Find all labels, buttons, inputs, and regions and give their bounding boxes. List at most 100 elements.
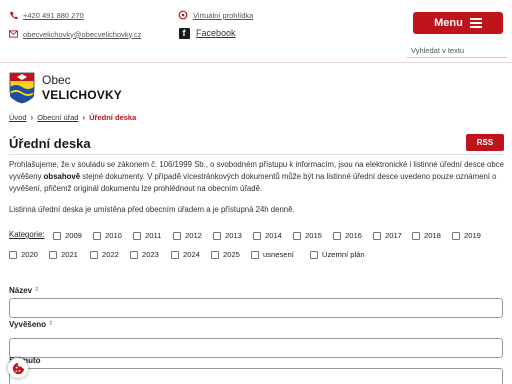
checkbox-box[interactable] xyxy=(90,250,98,259)
intro-paragraph: Prohlašujeme, že v souladu se zákonem č.… xyxy=(9,159,504,196)
hamburger-icon xyxy=(469,18,482,28)
sort-icon[interactable]: ⇕ xyxy=(48,321,53,327)
category-label: 2010 xyxy=(105,231,122,240)
breadcrumb: Úvod › Obecní úřad › Úřední deska xyxy=(9,113,136,122)
checkbox-box[interactable] xyxy=(251,250,259,259)
category-2014-checkbox[interactable]: 2014 xyxy=(253,231,282,240)
checkbox-box[interactable] xyxy=(93,231,101,240)
category-2025-checkbox[interactable]: 2025 xyxy=(211,250,240,259)
virtual-tour-icon xyxy=(178,10,188,20)
category-label: 2022 xyxy=(102,250,119,259)
category-2013-checkbox[interactable]: 2013 xyxy=(213,231,242,240)
rss-label: RSS xyxy=(476,138,494,147)
phone-text: +420 491 880 270 xyxy=(23,10,84,20)
checkbox-box[interactable] xyxy=(53,231,61,240)
breadcrumb-current: Úřední deska xyxy=(89,113,137,122)
category-2021-checkbox[interactable]: 2021 xyxy=(49,250,78,259)
intro-bold: obsahově xyxy=(43,172,81,182)
category-label: 2011 xyxy=(145,231,162,240)
phone-link[interactable]: +420 491 880 270 xyxy=(8,10,84,20)
category-2023-checkbox[interactable]: 2023 xyxy=(130,250,159,259)
category-label: usnesení xyxy=(263,250,294,259)
name-filter-input[interactable] xyxy=(9,298,503,318)
chevron-right-icon: › xyxy=(30,113,34,122)
checkbox-box[interactable] xyxy=(171,250,179,259)
category-2009-checkbox[interactable]: 2009 xyxy=(53,231,82,240)
search-box xyxy=(407,40,507,59)
category-usneseni-checkbox[interactable]: usnesení xyxy=(251,250,294,259)
coat-of-arms-icon xyxy=(9,72,35,104)
category-label: 2020 xyxy=(21,250,38,259)
breadcrumb-obecni-urad[interactable]: Obecní úřad xyxy=(37,113,78,122)
category-label: 2014 xyxy=(265,231,282,240)
category-label: 2012 xyxy=(185,231,202,240)
chevron-right-icon: › xyxy=(82,113,86,122)
category-label: 2009 xyxy=(65,231,82,240)
category-2015-checkbox[interactable]: 2015 xyxy=(293,231,322,240)
virtual-tour-text: Virtuální prohlídka xyxy=(193,10,254,20)
posted-filter-text: Vyvěšeno xyxy=(9,320,47,329)
email-link[interactable]: obecvelichovky@obecvelichovky.cz xyxy=(8,29,141,39)
name-filter-label: Název ⇕ xyxy=(9,286,39,295)
facebook-icon: f xyxy=(178,27,190,39)
category-label: 2024 xyxy=(183,250,200,259)
category-2020-checkbox[interactable]: 2020 xyxy=(9,250,38,259)
category-label: 2021 xyxy=(61,250,78,259)
breadcrumb-home[interactable]: Úvod xyxy=(9,113,27,122)
third-filter-input[interactable] xyxy=(9,368,503,384)
category-2012-checkbox[interactable]: 2012 xyxy=(173,231,202,240)
category-2016-checkbox[interactable]: 2016 xyxy=(333,231,362,240)
checkbox-box[interactable] xyxy=(310,250,318,259)
category-label: 2023 xyxy=(142,250,159,259)
category-2011-checkbox[interactable]: 2011 xyxy=(133,231,161,240)
cookie-settings-button[interactable] xyxy=(8,358,28,378)
category-label: 2013 xyxy=(225,231,242,240)
menu-button[interactable]: Menu xyxy=(413,12,503,34)
cookie-icon xyxy=(12,362,24,374)
virtual-tour-link[interactable]: Virtuální prohlídka xyxy=(178,10,253,20)
header-divider xyxy=(0,62,512,63)
category-2022-checkbox[interactable]: 2022 xyxy=(90,250,119,259)
checkbox-box[interactable] xyxy=(373,231,381,240)
checkbox-box[interactable] xyxy=(173,231,181,240)
top-bar: +420 491 880 270 obecvelichovky@obecveli… xyxy=(0,0,512,62)
category-2024-checkbox[interactable]: 2024 xyxy=(171,250,200,259)
intro-note: Listinná úřední deska je umístěna před o… xyxy=(9,205,295,214)
posted-filter-label: Vyvěšeno ⇕ xyxy=(9,320,53,329)
checkbox-box[interactable] xyxy=(49,250,57,259)
checkbox-box[interactable] xyxy=(412,231,420,240)
page-title: Úřední deska xyxy=(9,136,91,151)
checkbox-box[interactable] xyxy=(452,231,460,240)
facebook-link[interactable]: f Facebook xyxy=(178,27,236,39)
category-label: 2025 xyxy=(223,250,240,259)
phone-icon xyxy=(8,10,18,20)
category-2010-checkbox[interactable]: 2010 xyxy=(93,231,122,240)
posted-filter-input[interactable] xyxy=(9,338,503,358)
sort-icon[interactable]: ⇕ xyxy=(34,287,39,293)
checkbox-box[interactable] xyxy=(130,250,138,259)
rss-button[interactable]: RSS xyxy=(466,134,504,151)
logo-line-name: VELICHOVKY xyxy=(42,88,123,102)
category-label: Územní plán xyxy=(322,250,365,259)
checkbox-box[interactable] xyxy=(133,231,141,240)
category-label: 2016 xyxy=(345,231,362,240)
category-2017-checkbox[interactable]: 2017 xyxy=(373,231,402,240)
category-2018-checkbox[interactable]: 2018 xyxy=(412,231,441,240)
category-label: 2019 xyxy=(464,231,481,240)
site-logo[interactable]: Obec VELICHOVKY xyxy=(9,72,122,104)
category-label: 2015 xyxy=(305,231,322,240)
envelope-icon xyxy=(8,29,18,39)
categories-label: Kategorie: xyxy=(9,230,45,239)
checkbox-box[interactable] xyxy=(293,231,301,240)
category-2019-checkbox[interactable]: 2019 xyxy=(452,231,481,240)
checkbox-box[interactable] xyxy=(253,231,261,240)
checkbox-box[interactable] xyxy=(211,250,219,259)
logo-line-obec: Obec xyxy=(42,73,71,87)
facebook-text: Facebook xyxy=(196,28,236,38)
category-uzemni-plan-checkbox[interactable]: Územní plán xyxy=(310,250,365,259)
checkbox-box[interactable] xyxy=(213,231,221,240)
search-input[interactable] xyxy=(407,42,507,59)
checkbox-box[interactable] xyxy=(9,250,17,259)
checkbox-box[interactable] xyxy=(333,231,341,240)
email-text: obecvelichovky@obecvelichovky.cz xyxy=(23,29,142,39)
